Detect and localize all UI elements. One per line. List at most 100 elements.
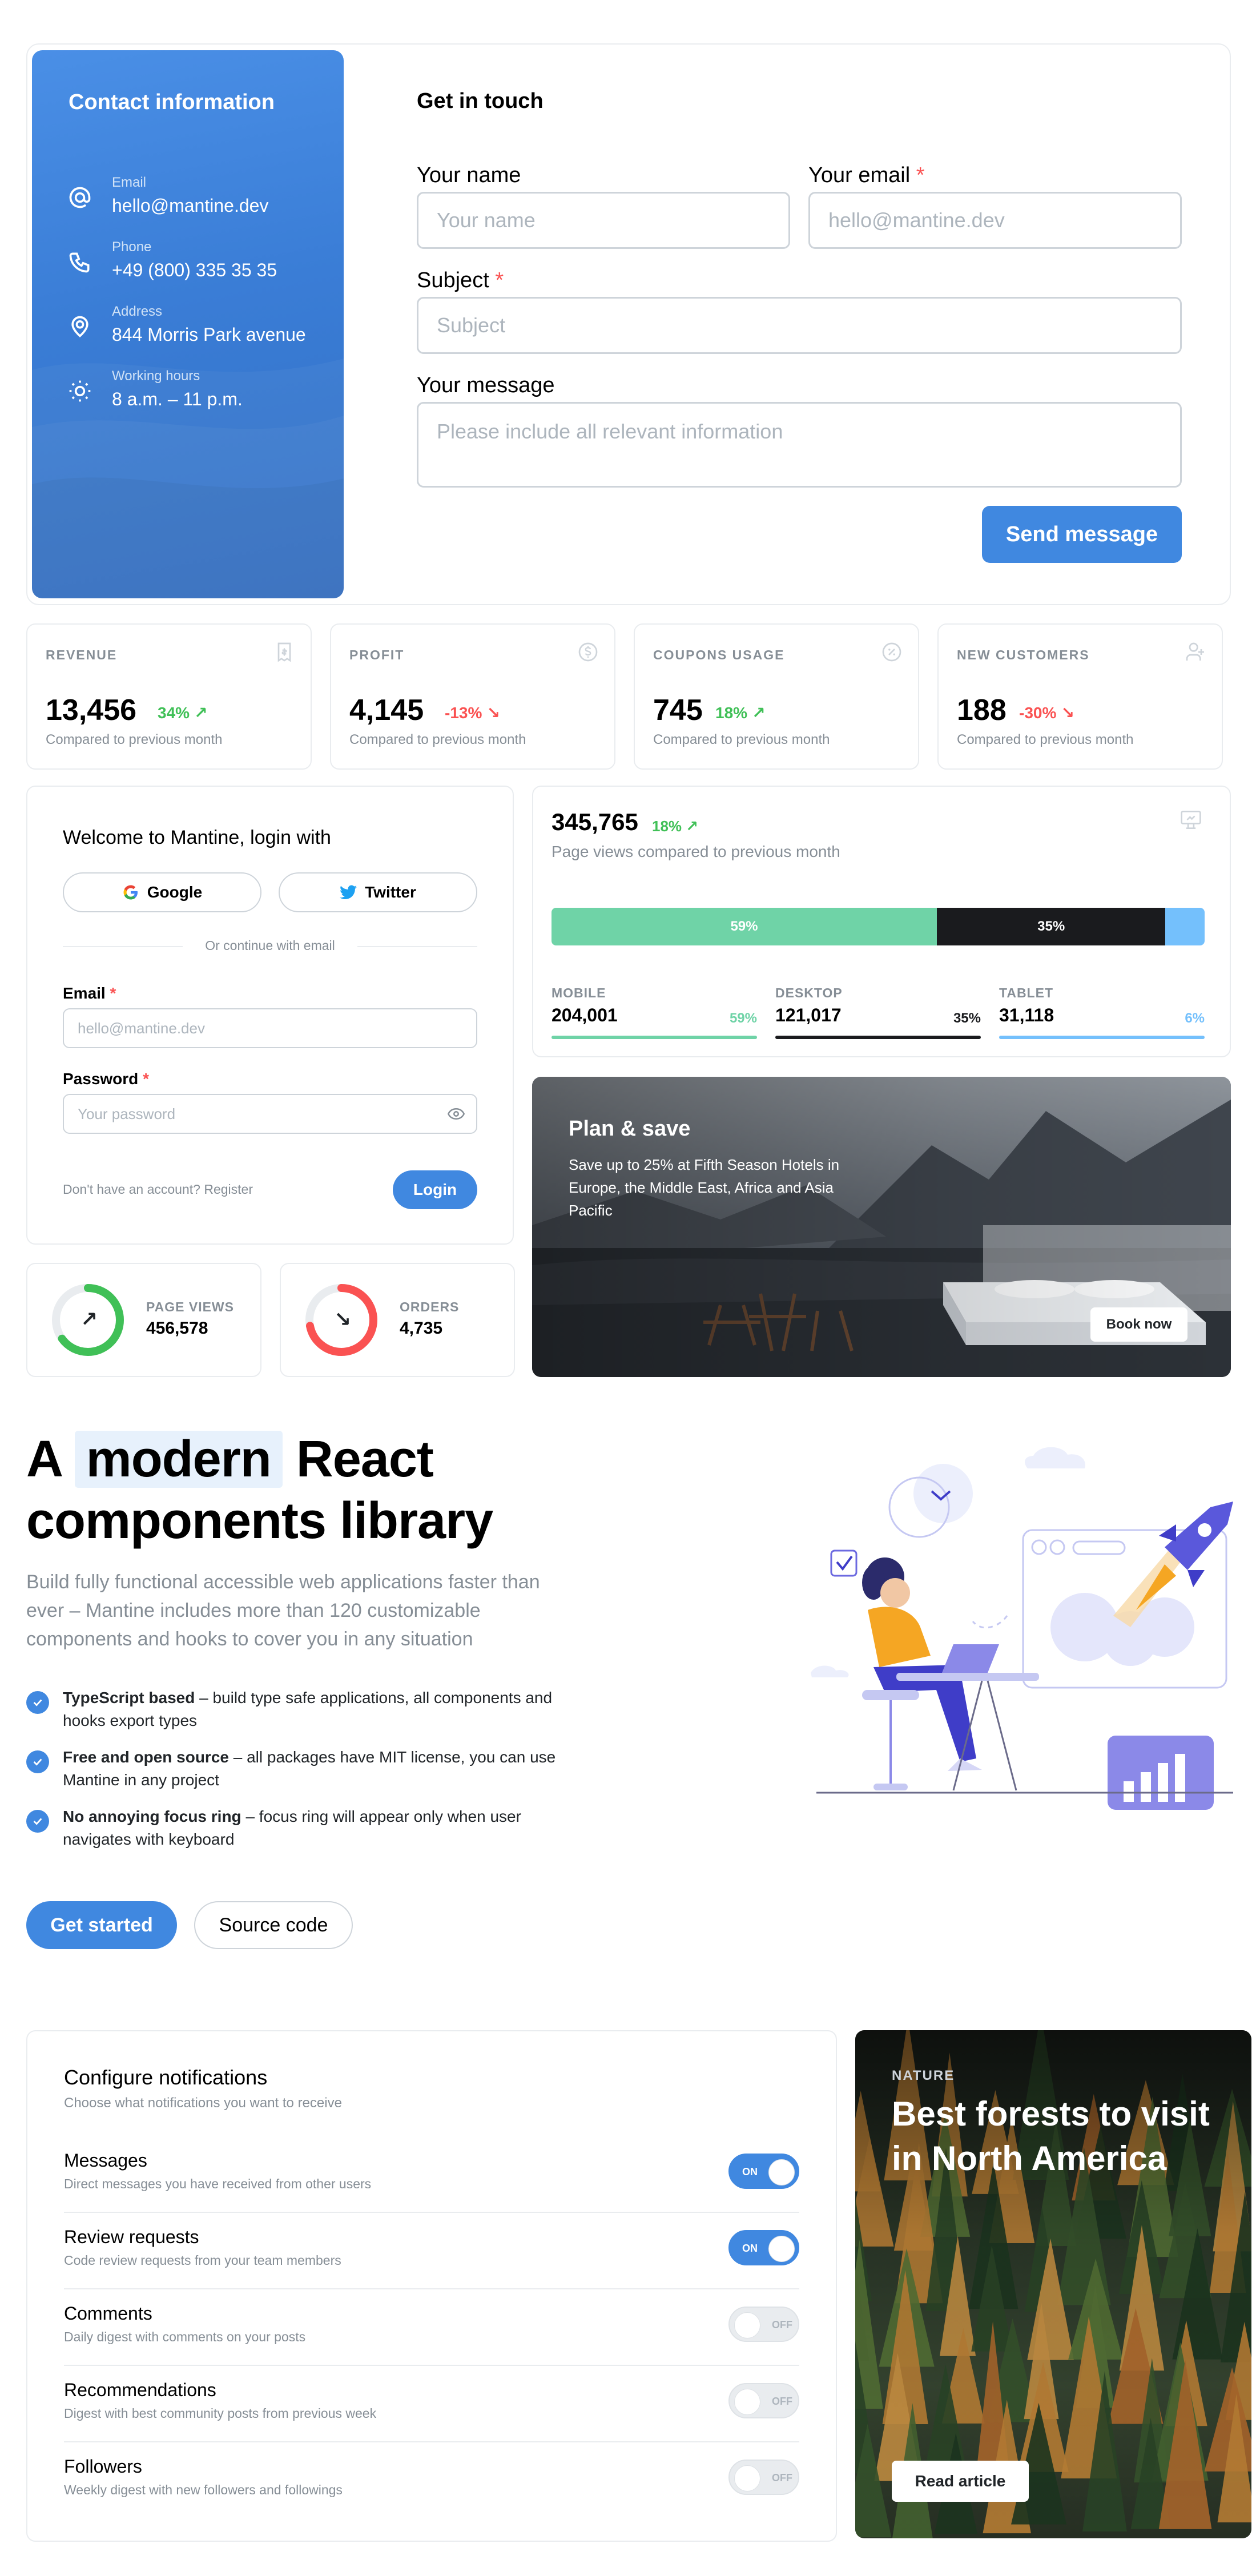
password-label: Password * [63, 1070, 149, 1088]
ring-stat-label: PAGE VIEWS [146, 1299, 234, 1314]
stat-diff-value: -30% [1019, 704, 1057, 722]
toggle-knob [768, 2159, 795, 2185]
notification-title: Recommendations [64, 2380, 216, 2400]
contact-info-panel: Contact information Email hello@mantine.d… [32, 50, 344, 598]
message-label: Your message [417, 373, 555, 397]
login-email-input[interactable]: hello@mantine.dev [63, 1008, 477, 1048]
notification-title: Review requests [64, 2227, 199, 2247]
stat-diff: -13% ↘ [445, 703, 500, 722]
form-title: Get in touch [417, 89, 544, 113]
toggle-state-label: OFF [772, 2472, 792, 2484]
stat-value: 745 [653, 694, 703, 727]
arrow-down-right-icon: ↘ [1061, 704, 1074, 722]
twitter-label: Twitter [365, 883, 416, 901]
contact-item-label: Working hours [112, 368, 200, 384]
contact-item-value: +49 (800) 335 35 35 [112, 260, 277, 280]
article-category: NATURE [892, 2068, 955, 2083]
notification-divider [64, 2212, 799, 2213]
notifications-title: Configure notifications [64, 2066, 268, 2089]
register-link[interactable]: Don't have an account? Register [63, 1182, 253, 1197]
segment-label: DESKTOP [775, 985, 843, 1000]
notification-divider [64, 2288, 799, 2289]
ring-stat-value: 4,735 [400, 1319, 443, 1338]
stat-value: 4,145 [349, 694, 424, 727]
hero-title-highlight: modern [74, 1431, 283, 1488]
coin-icon [577, 641, 599, 663]
contact-item-value: hello@mantine.dev [112, 195, 269, 216]
stat-diff: -30% ↘ [1019, 703, 1074, 722]
notification-title: Followers [64, 2456, 142, 2477]
notification-toggle[interactable]: OFF [728, 2460, 799, 2495]
notification-divider [64, 2441, 799, 2442]
eye-icon[interactable] [448, 1108, 465, 1120]
name-input[interactable]: Your name [417, 192, 790, 249]
segment-percent: 35% [953, 1011, 981, 1026]
receipt-icon [273, 641, 296, 663]
phone-icon [67, 249, 92, 275]
notification-description: Code review requests from your team memb… [64, 2253, 341, 2268]
progress-segment-mobile: 59% [551, 908, 937, 945]
password-input[interactable]: Your password [63, 1094, 477, 1134]
segment-underline [999, 1036, 1205, 1039]
contact-item-value: 844 Morris Park avenue [112, 324, 306, 345]
at-icon [67, 185, 92, 210]
login-button[interactable]: Login [393, 1170, 477, 1209]
stat-value: 188 [957, 694, 1007, 727]
toggle-knob [768, 2236, 795, 2262]
feature-item: Free and open source – all packages have… [63, 1746, 577, 1792]
feature-title: Free and open source [63, 1748, 229, 1766]
check-icon [26, 1691, 49, 1714]
get-started-button[interactable]: Get started [26, 1901, 177, 1949]
feature-title: No annoying focus ring [63, 1808, 241, 1825]
arrow-down-right-icon: ↘ [486, 704, 500, 722]
send-message-button[interactable]: Send message [982, 506, 1182, 563]
name-label: Your name [417, 163, 521, 187]
pageviews-value: 345,765 [551, 808, 638, 835]
notification-description: Direct messages you have received from o… [64, 2176, 372, 2191]
hero-title-post: React [296, 1431, 434, 1488]
notifications-subtitle: Choose what notifications you want to re… [64, 2095, 342, 2111]
subject-input[interactable]: Subject [417, 297, 1182, 354]
promo-title: Plan & save [569, 1117, 691, 1141]
segment-percent: 6% [1185, 1011, 1205, 1026]
segment-count: 121,017 [775, 1005, 842, 1025]
hero-illustration [811, 1447, 1233, 1810]
hero-title: A modern React components library [26, 1428, 493, 1552]
device-analytics-icon [1181, 810, 1201, 830]
hero-description: Build fully functional accessible web ap… [26, 1571, 540, 1650]
notification-toggle[interactable]: ON [728, 2230, 799, 2265]
progress-segment-desktop: 35% [936, 908, 1166, 945]
arrow-up-right-icon: ↗ [752, 704, 766, 722]
contact-panel-title: Contact information [69, 90, 275, 114]
book-now-button[interactable]: Book now [1090, 1307, 1187, 1342]
twitter-button[interactable]: Twitter [279, 872, 477, 912]
arrow-up-right-icon: ↗ [194, 704, 208, 722]
notification-divider [64, 2365, 799, 2366]
arrow-up-right-icon: ↗ [80, 1307, 98, 1331]
notification-toggle[interactable]: OFF [728, 2383, 799, 2418]
read-article-button[interactable]: Read article [892, 2461, 1029, 2502]
user-plus-icon [1184, 641, 1207, 663]
article-title: Best forests to visit in North America [892, 2095, 1210, 2177]
stat-subtitle: Compared to previous month [46, 732, 223, 747]
notification-description: Daily digest with comments on your posts [64, 2329, 306, 2344]
feature-item: TypeScript based – build type safe appli… [63, 1687, 577, 1732]
notification-toggle[interactable]: ON [728, 2154, 799, 2189]
notification-toggle[interactable]: OFF [728, 2307, 799, 2342]
message-textarea[interactable]: Please include all relevant information [417, 402, 1182, 488]
segment-underline [551, 1036, 757, 1039]
ring-stat-label: ORDERS [400, 1299, 460, 1314]
google-button[interactable]: Google [63, 872, 261, 912]
notification-description: Weekly digest with new followers and fol… [64, 2482, 343, 2497]
contact-item-label: Phone [112, 239, 152, 255]
feature-item: No annoying focus ring – focus ring will… [63, 1805, 577, 1851]
toggle-knob [734, 2465, 760, 2492]
stat-diff-value: 34% [158, 704, 190, 722]
email-label: Your email * [808, 163, 925, 187]
stat-title: NEW CUSTOMERS [957, 647, 1090, 662]
arrow-down-right-icon: ↘ [333, 1307, 352, 1331]
login-email-label: Email * [63, 984, 116, 1002]
source-code-button[interactable]: Source code [194, 1901, 353, 1949]
pageviews-diff: 18% ↗ [652, 818, 699, 835]
email-input[interactable]: hello@mantine.dev [808, 192, 1182, 249]
